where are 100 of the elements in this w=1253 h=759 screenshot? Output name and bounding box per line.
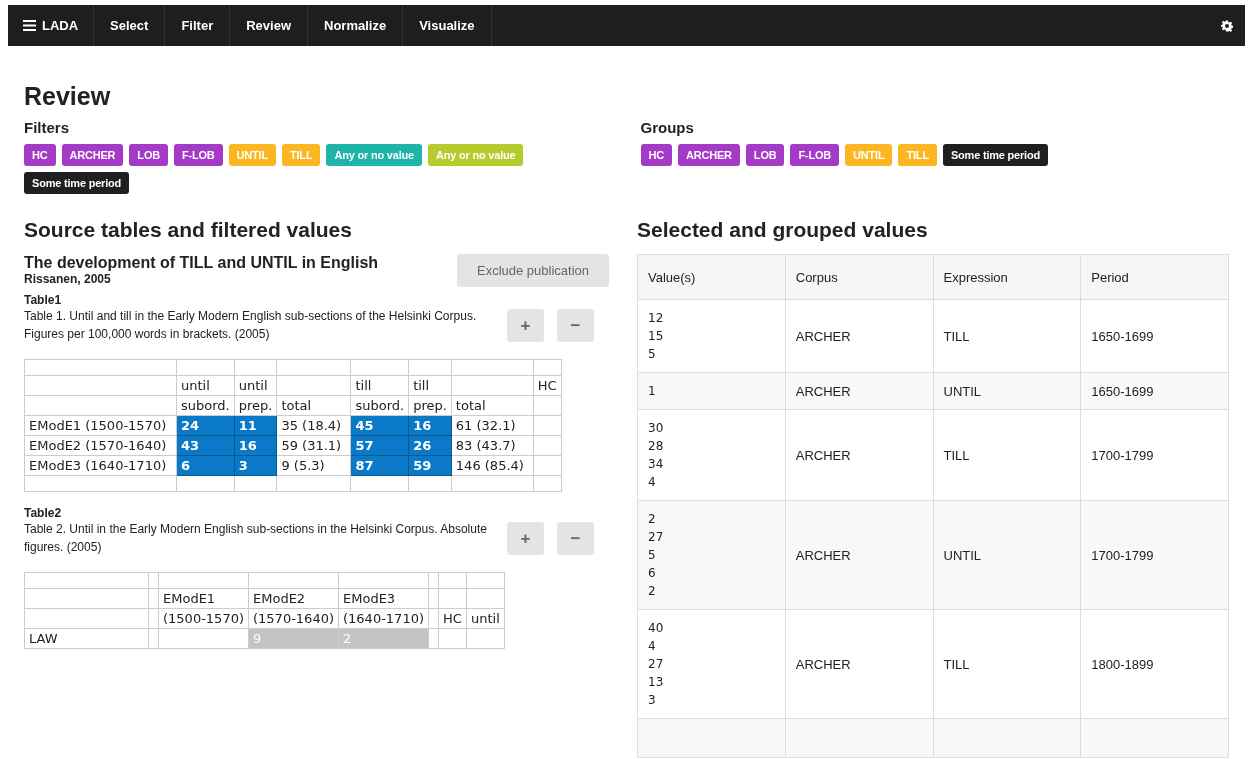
publication-title: The development of TILL and UNTIL in English: [24, 254, 379, 272]
table-cell: ARCHER: [785, 409, 933, 501]
table-name: Table2: [24, 506, 63, 520]
table-cell: EModE3: [343, 591, 396, 606]
table-cell: subord.: [355, 398, 405, 413]
table-cell: HC: [537, 378, 557, 393]
table-cell: (1570-1640): [253, 611, 334, 626]
table-cell: 83 (43.7): [455, 438, 516, 453]
table-cell: 11: [238, 418, 257, 433]
table-cell: 87: [355, 458, 374, 473]
table-caption: Table 1. Until and till in the Early Modern English sub-sections of the Helsinki Corpus. Figures per 100,000 words in brackets. (2005): [24, 308, 478, 343]
table-cell: EModE2 (1570-1640): [29, 438, 167, 453]
table-cell: 24: [181, 418, 200, 433]
group-tag[interactable]: F-LOB: [790, 144, 840, 166]
table-cell: 2 27 5 6 2: [637, 500, 786, 610]
filter-tag[interactable]: F-LOB: [174, 144, 223, 166]
table-cell: TILL: [933, 609, 1081, 719]
column-header: Value(s): [637, 254, 786, 300]
table-cell: 16: [413, 418, 432, 433]
add-button[interactable]: +: [507, 309, 544, 342]
table-cell: 30 28 34 4: [637, 409, 786, 501]
column-header: Expression: [933, 254, 1081, 300]
nav-link[interactable]: Filter: [165, 5, 231, 46]
column-header: Period: [1080, 254, 1229, 300]
table-cell: until: [471, 611, 500, 626]
filter-tag[interactable]: LOB: [129, 144, 168, 166]
table-cell: (1500-1570): [163, 611, 244, 626]
table-cell: TILL: [933, 409, 1081, 501]
table-cell: 12 15 5: [637, 299, 786, 373]
table-cell: 146 (85.4): [455, 458, 524, 473]
group-tag[interactable]: HC: [640, 144, 672, 166]
nav-link[interactable]: Normalize: [308, 5, 404, 46]
column-header: Corpus: [785, 254, 933, 300]
table-cell: 16: [238, 438, 257, 453]
filter-tag[interactable]: ARCHER: [61, 144, 124, 166]
table-cell: TILL: [933, 299, 1081, 373]
table-cell: 26: [413, 438, 432, 453]
group-tag[interactable]: ARCHER: [678, 144, 740, 166]
table-name: Table1: [24, 293, 63, 307]
filter-tag[interactable]: Some time period: [24, 172, 130, 194]
table-cell: subord.: [181, 398, 230, 413]
section-title: Filters: [24, 119, 70, 136]
settings-icon[interactable]: [1221, 19, 1233, 32]
table-cell: 59: [413, 458, 432, 473]
group-tag[interactable]: LOB: [745, 144, 785, 166]
table-cell: until: [238, 378, 268, 393]
table-cell: 59 (31.1): [281, 438, 342, 453]
table-cell: prep.: [413, 398, 447, 413]
section-title: Groups: [640, 119, 695, 136]
table-cell: EModE1: [163, 591, 216, 606]
table-cell: EModE3 (1640-1710): [29, 458, 167, 473]
nav-link[interactable]: Review: [230, 5, 309, 46]
exclude-publication-button[interactable]: Exclude publication: [456, 254, 609, 287]
table-cell: 1800-1899: [1080, 609, 1229, 719]
table-cell: total: [281, 398, 312, 413]
table-cell: ARCHER: [785, 372, 933, 410]
group-tag[interactable]: Some time period: [942, 144, 1048, 166]
table-cell: ARCHER: [785, 500, 933, 610]
table-cell: 1650-1699: [1080, 299, 1229, 373]
table-cell: 1650-1699: [1080, 372, 1229, 410]
filter-tag[interactable]: HC: [24, 144, 56, 166]
add-button[interactable]: +: [507, 522, 544, 555]
section-title: Selected and grouped values: [637, 218, 929, 242]
table-cell: 3: [238, 458, 248, 473]
table-cell: 45: [355, 418, 374, 433]
table-cell: until: [181, 378, 210, 393]
table-cell: 35 (18.4): [281, 418, 342, 433]
page-title: Review: [24, 82, 112, 111]
table-cell: 6: [181, 458, 191, 473]
table-cell: 57: [355, 438, 374, 453]
remove-button[interactable]: −: [557, 522, 594, 555]
table-cell: EModE2: [253, 591, 306, 606]
table-cell: prep.: [238, 398, 273, 413]
nav-link[interactable]: Visualize: [403, 5, 492, 46]
table-cell: UNTIL: [933, 372, 1081, 410]
table-cell: ARCHER: [785, 609, 933, 719]
table-cell: HC: [443, 611, 462, 626]
publication-author: Rissanen, 2005: [24, 272, 112, 286]
brand-link[interactable]: LADA: [8, 5, 95, 46]
table-cell: ARCHER: [785, 299, 933, 373]
table-cell: 9: [253, 631, 262, 646]
section-title: Source tables and filtered values: [24, 218, 353, 242]
table-cell: 1: [637, 372, 786, 410]
table-cell: (1640-1710): [343, 611, 424, 626]
nav-link[interactable]: Select: [94, 5, 166, 46]
table-cell: UNTIL: [933, 500, 1081, 610]
table-caption: Table 2. Until in the Early Modern English sub-sections in the Helsinki Corpus. Absolute figures. (2005): [24, 521, 488, 556]
menu-icon: [23, 20, 36, 31]
remove-button[interactable]: −: [557, 309, 594, 342]
table-cell: 9 (5.3): [281, 458, 325, 473]
table-cell: 40 4 27 13 3: [637, 609, 786, 719]
table-cell: 1700-1799: [1080, 409, 1229, 501]
table-cell: 61 (32.1): [455, 418, 516, 433]
table-cell: EModE1 (1500-1570): [29, 418, 167, 433]
table-cell: 1700-1799: [1080, 500, 1229, 610]
table-cell: 2: [343, 631, 352, 646]
table-cell: till: [413, 378, 430, 393]
table-cell: 43: [181, 438, 200, 453]
table-cell: total: [455, 398, 486, 413]
table-cell: LAW: [29, 631, 58, 646]
